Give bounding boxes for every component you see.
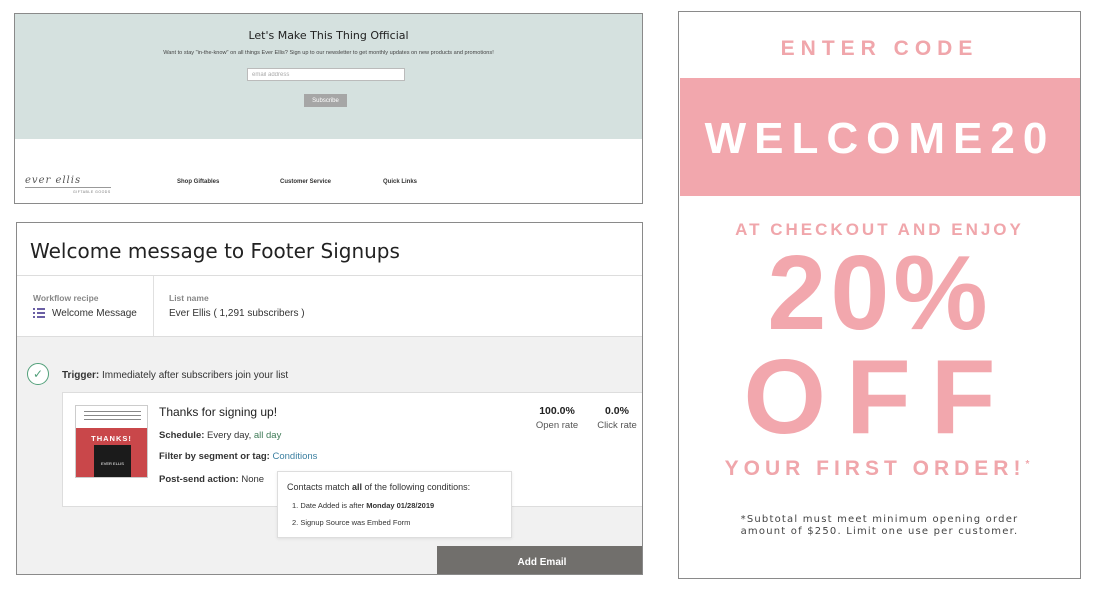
promo-first-order: YOUR FIRST ORDER!* [724, 457, 1035, 480]
conditions-tooltip: Contacts match all of the following cond… [277, 471, 512, 538]
workflow-meta: Workflow recipe Welcome Message List nam… [17, 276, 642, 336]
footer-link-quick-links[interactable]: Quick Links [383, 179, 417, 185]
condition-item-1: 1. Date Added is after Monday 01/28/2019 [292, 501, 435, 510]
meta-separator [153, 276, 154, 336]
recipe-label: Workflow recipe [33, 293, 99, 303]
newsletter-subtitle: Want to stay "in-the-know" on all things… [163, 50, 494, 56]
promo-panel: ENTER CODE WELCOME20 AT CHECKOUT AND ENJ… [678, 11, 1081, 579]
footer-link-customer-service[interactable]: Customer Service [280, 179, 331, 185]
list-icon [33, 308, 45, 319]
email-name[interactable]: Thanks for signing up! [159, 405, 277, 419]
email-input[interactable] [247, 68, 405, 81]
schedule-label: Schedule: [159, 430, 205, 441]
add-email-button[interactable]: Add Email [437, 546, 642, 574]
newsletter-title: Let's Make This Thing Official [248, 29, 409, 42]
click-rate-stat: 0.0% Click rate [582, 405, 642, 431]
click-rate-label: Click rate [597, 420, 637, 431]
workflow-panel: Welcome message to Footer Signups Workfl… [16, 222, 643, 575]
subscribe-button[interactable]: Subscribe [304, 94, 347, 107]
trigger-label: Trigger: [62, 370, 100, 381]
promo-enter-code: ENTER CODE [780, 37, 979, 60]
post-send-value: None [238, 474, 265, 485]
trigger-text: Trigger: Immediately after subscribers j… [62, 370, 288, 381]
filter-label: Filter by segment or tag: [159, 451, 273, 462]
post-send-label: Post-send action: [159, 474, 239, 485]
promo-code-band: WELCOME20 [680, 78, 1080, 196]
post-send-line: Post-send action: None [159, 474, 264, 485]
check-circle-icon: ✓ [27, 363, 49, 385]
thumb-card-text: EVER ELLIS [101, 461, 124, 466]
promo-off: OFF [743, 338, 1016, 456]
recipe-value: Welcome Message [52, 308, 137, 319]
conditions-link[interactable]: Conditions [273, 451, 318, 462]
logo-tagline: GIFTABLE GOODS [73, 190, 111, 194]
schedule-all-day: all day [253, 430, 282, 441]
filter-line: Filter by segment or tag: Conditions [159, 451, 317, 462]
list-value: Ever Ellis ( 1,291 subscribers ) [169, 308, 305, 319]
promo-percent: 20% [767, 234, 992, 352]
ever-ellis-logo[interactable]: ever ellis GIFTABLE GOODS [25, 175, 115, 197]
conditions-heading: Contacts match all of the following cond… [287, 482, 471, 492]
schedule-value: Every day, [204, 430, 254, 441]
click-rate-value: 0.0% [605, 405, 629, 417]
workflow-body: ✓ Trigger: Immediately after subscribers… [17, 336, 642, 574]
email-thumbnail[interactable]: THANKS! EVER ELLIS [75, 405, 148, 478]
promo-fine-print-2: amount of $250. Limit one use per custom… [740, 526, 1019, 537]
thumb-header [76, 406, 147, 426]
workflow-title: Welcome message to Footer Signups [30, 239, 400, 263]
trigger-description: Immediately after subscribers join your … [99, 370, 289, 381]
thumb-thanks-text: THANKS! [91, 434, 132, 443]
condition-item-2: 2. Signup Source was Embed Form [292, 518, 411, 527]
newsletter-footer-panel: Let's Make This Thing Official Want to s… [14, 13, 643, 204]
schedule-line: Schedule: Every day, all day [159, 430, 281, 441]
promo-code: WELCOME20 [704, 114, 1056, 163]
newsletter-section: Let's Make This Thing Official Want to s… [15, 14, 642, 139]
list-label: List name [169, 293, 209, 303]
promo-fine-print-1: *Subtotal must meet minimum opening orde… [740, 514, 1019, 525]
thumb-card: EVER ELLIS [94, 445, 131, 477]
footer-link-shop-giftables[interactable]: Shop Giftables [177, 179, 219, 185]
logo-script: ever ellis [25, 175, 82, 186]
logo-underline [25, 187, 111, 188]
